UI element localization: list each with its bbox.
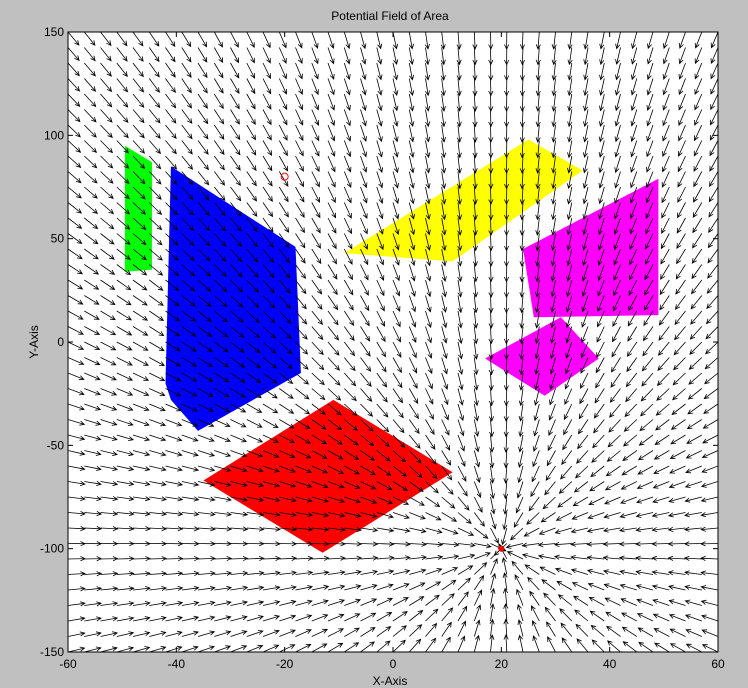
y-tick-label: -150 — [40, 645, 64, 659]
x-tick-label: 60 — [711, 657, 725, 671]
x-tick-label: -60 — [59, 657, 77, 671]
y-tick-label: 100 — [44, 128, 64, 142]
goal-marker — [498, 545, 505, 552]
x-tick-label: 20 — [495, 657, 509, 671]
y-tick-label: 150 — [44, 25, 64, 39]
chart-title: Potential Field of Area — [331, 9, 449, 23]
y-tick-label: 50 — [51, 232, 65, 246]
y-tick-label: -100 — [40, 542, 64, 556]
x-axis-label: X-Axis — [373, 674, 408, 688]
potential-field-chart: Potential Field of Area -60 -40 -20 0 20 40 60… — [27, 9, 725, 688]
obstacle-green — [124, 145, 152, 272]
y-tick-label: 0 — [57, 335, 64, 349]
x-tick-label: 40 — [603, 657, 617, 671]
y-tick-label: -50 — [47, 438, 65, 452]
x-tick-label: 0 — [390, 657, 397, 671]
x-tick-label: -20 — [276, 657, 294, 671]
y-axis-label: Y-Axis — [27, 325, 41, 359]
figure: Potential Field of Area -60 -40 -20 0 20 40 60… — [0, 0, 748, 688]
x-tick-label: -40 — [168, 657, 186, 671]
field-arrows — [68, 32, 718, 652]
